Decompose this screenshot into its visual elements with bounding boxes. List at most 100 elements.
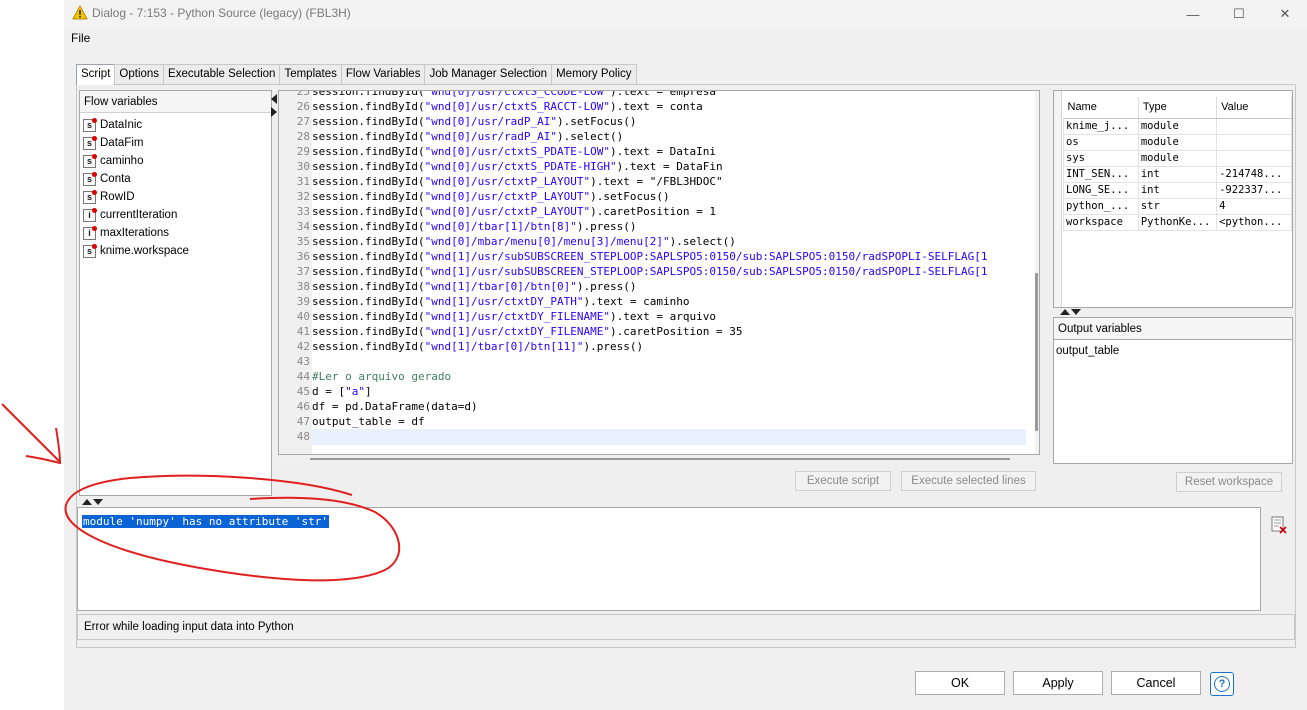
flow-variable-item[interactable]: s knime.workspace	[83, 242, 189, 260]
tab-bar: Script Options Executable Selection Temp…	[76, 64, 637, 85]
flow-variable-item[interactable]: s Conta	[83, 170, 189, 188]
cancel-button[interactable]: Cancel	[1111, 671, 1201, 695]
execute-selected-lines-button[interactable]: Execute selected lines	[901, 471, 1036, 491]
string-variable-icon: s	[83, 171, 97, 186]
editor-horizontal-scroll-thumb[interactable]	[310, 458, 1010, 460]
editor-horizontal-scrollbar[interactable]	[280, 455, 1038, 463]
menu-file[interactable]: File	[71, 31, 90, 45]
cell-name: python_...	[1063, 197, 1139, 215]
tab-executable-selection[interactable]: Executable Selection	[163, 64, 281, 84]
flow-variable-item[interactable]: i currentIteration	[83, 206, 189, 224]
tab-flow-variables[interactable]: Flow Variables	[340, 64, 426, 84]
code-comment: #Ler o arquivo gerado	[312, 370, 452, 383]
execute-script-button[interactable]: Execute script	[795, 471, 891, 491]
tab-templates[interactable]: Templates	[279, 64, 342, 84]
code-string: "wnd[0]/usr/ctxtP_LAYOUT"	[424, 205, 591, 218]
code-string: "wnd[0]/usr/ctxtS_PDATE-LOW"	[424, 145, 611, 158]
status-bar: Error while loading input data into Pyth…	[77, 614, 1295, 640]
title-bar[interactable]: Dialog - 7:153 - Python Source (legacy) …	[64, 0, 1307, 28]
flow-variable-item[interactable]: i maxIterations	[83, 224, 189, 242]
tab-job-manager-selection[interactable]: Job Manager Selection	[424, 64, 553, 84]
maximize-button[interactable]: ☐	[1216, 0, 1262, 28]
flow-variable-name: DataFim	[100, 137, 144, 149]
flow-variable-name: maxIterations	[100, 227, 170, 239]
code-text: df = pd.DataFrame(data=d)	[312, 400, 478, 413]
ok-button[interactable]: OK	[915, 671, 1005, 695]
cell-name: sys	[1063, 149, 1139, 167]
reset-workspace-button[interactable]: Reset workspace	[1176, 472, 1282, 492]
code-text: ).text = empresa	[610, 90, 716, 98]
string-variable-icon: s	[83, 189, 97, 204]
flow-variable-item[interactable]: s RowID	[83, 188, 189, 206]
table-row[interactable]: workspace PythonKe... <python...	[1063, 213, 1292, 231]
code-text: session.findById(	[312, 265, 425, 278]
code-text: ).caretPosition = 35	[610, 325, 743, 338]
code-line: session.findById("wnd[1]/usr/subSUBSCREE…	[312, 265, 988, 278]
code-string: "wnd[1]/usr/subSUBSCREEN_STEPLOOP:SAPLSP…	[424, 250, 988, 263]
line-number-gutter: 25 26 27 28 29 30 31 32 33 34 35 36 37 38 39 40 41 42 43 44…	[279, 91, 312, 454]
cell-value: -214748...	[1216, 165, 1292, 183]
code-line: session.findById("wnd[0]/mbar/menu[0]/me…	[312, 235, 736, 248]
tab-memory-policy[interactable]: Memory Policy	[551, 64, 637, 84]
code-line: d = ["a"]	[312, 385, 372, 398]
editor-vertical-scroll-thumb[interactable]	[1035, 273, 1038, 431]
column-header-name[interactable]: Name	[1063, 97, 1139, 119]
clear-console-icon[interactable]	[1269, 515, 1289, 535]
column-header-value[interactable]: Value	[1216, 97, 1292, 119]
cell-value: 4	[1216, 197, 1292, 215]
code-string: "wnd[1]/usr/ctxtDY_FILENAME"	[424, 310, 611, 323]
split-pane-arrows-icon[interactable]	[81, 498, 103, 506]
table-row[interactable]: python_... str 4	[1063, 197, 1292, 215]
flow-variable-name: Conta	[100, 173, 131, 185]
column-header-type[interactable]: Type	[1138, 97, 1218, 119]
code-string: "wnd[1]/usr/ctxtDY_FILENAME"	[424, 325, 611, 338]
cell-value: <python...	[1216, 213, 1292, 231]
code-string: "wnd[1]/tbar[0]/btn[0]"	[424, 280, 577, 293]
code-text: ).press()	[576, 280, 637, 293]
code-text: session.findById(	[312, 220, 425, 233]
code-text: session.findById(	[312, 130, 425, 143]
code-text: session.findById(	[312, 190, 425, 203]
table-row[interactable]: INT_SEN... int -214748...	[1063, 165, 1292, 183]
variables-panel-divider	[1054, 91, 1062, 307]
flow-variable-item[interactable]: s DataInic	[83, 116, 189, 134]
string-variable-icon: s	[83, 243, 97, 258]
code-text: session.findById(	[312, 145, 425, 158]
flow-variable-name: currentIteration	[100, 209, 178, 221]
apply-button[interactable]: Apply	[1013, 671, 1103, 695]
console-error-text[interactable]: module 'numpy' has no attribute 'str'	[82, 515, 330, 528]
tab-script[interactable]: Script	[76, 64, 116, 85]
script-editor[interactable]: 25 26 27 28 29 30 31 32 33 34 35 36 37 38 39 40 41 42 43 44…	[278, 90, 1040, 455]
collapse-left-icon[interactable]	[270, 93, 278, 119]
table-row[interactable]: sys module	[1063, 149, 1292, 167]
window-title: Dialog - 7:153 - Python Source (legacy) …	[92, 6, 351, 20]
cell-type: module	[1137, 117, 1218, 135]
table-row[interactable]: LONG_SE... int -922337...	[1063, 181, 1292, 199]
output-variable-item[interactable]: output_table	[1056, 345, 1119, 357]
console-output[interactable]: module 'numpy' has no attribute 'str'	[77, 507, 1261, 611]
tab-options[interactable]: Options	[114, 64, 165, 84]
cell-type: str	[1137, 197, 1218, 215]
minimize-button[interactable]: —	[1170, 0, 1216, 28]
split-pane-arrows-icon[interactable]	[1059, 308, 1081, 316]
code-line: session.findById("wnd[0]/usr/ctxtS_CCODE…	[312, 90, 716, 98]
code-text: session.findById(	[312, 340, 425, 353]
line-number: 25	[296, 90, 310, 98]
table-row[interactable]: os module	[1063, 133, 1292, 151]
close-button[interactable]: ✕	[1262, 0, 1307, 28]
flow-variable-item[interactable]: s DataFim	[83, 134, 189, 152]
flow-variables-panel: Flow variables s DataInic s DataFim s camin…	[79, 90, 272, 496]
cell-value	[1216, 117, 1292, 135]
workspace-variables-table: Name Type Value knime_j... module os modul…	[1063, 97, 1292, 231]
code-line: session.findById("wnd[1]/usr/ctxtDY_FILE…	[312, 310, 716, 323]
code-string: "wnd[0]/tbar[1]/btn[8]"	[424, 220, 577, 233]
code-text: session.findById(	[312, 160, 425, 173]
code-string: "a"	[345, 385, 365, 398]
help-button[interactable]: ?	[1210, 672, 1234, 696]
table-row[interactable]: knime_j... module	[1063, 117, 1292, 135]
code-text: ).caretPosition = 1	[590, 205, 717, 218]
code-line: session.findById("wnd[1]/usr/ctxtDY_PATH…	[312, 295, 690, 308]
flow-variable-item[interactable]: s caminho	[83, 152, 189, 170]
line-number: 37	[296, 265, 310, 278]
code-line: session.findById("wnd[0]/usr/ctxtP_LAYOU…	[312, 205, 716, 218]
